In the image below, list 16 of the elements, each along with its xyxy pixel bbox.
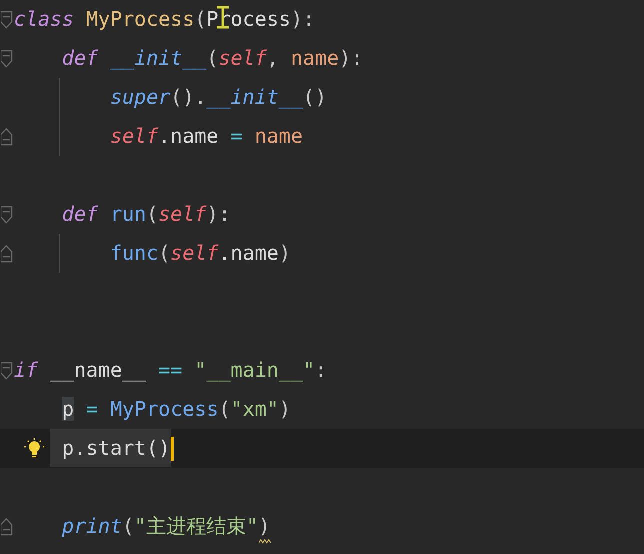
code-line: def run(self): — [61, 202, 231, 227]
lightbulb-icon[interactable] — [24, 438, 45, 459]
code-line: if __name__ == "__main__": — [14, 358, 328, 383]
code-line: print("主进程结束") — [14, 514, 271, 539]
fold-icon[interactable] — [1, 10, 13, 30]
fold-icon[interactable] — [1, 360, 13, 380]
fold-icon[interactable] — [1, 516, 13, 536]
fold-icon[interactable] — [1, 126, 13, 146]
code-line: self.name = name — [109, 124, 304, 149]
code-line: func(self.name) — [109, 241, 291, 266]
code-line: p = MyProcess("xm") — [61, 397, 291, 422]
code-line: super().__init__() — [109, 85, 328, 110]
fold-icon[interactable] — [1, 244, 13, 264]
fold-icon[interactable] — [1, 48, 13, 68]
code-line: def __init__(self, name): — [61, 46, 364, 71]
fold-icon[interactable] — [1, 204, 13, 224]
